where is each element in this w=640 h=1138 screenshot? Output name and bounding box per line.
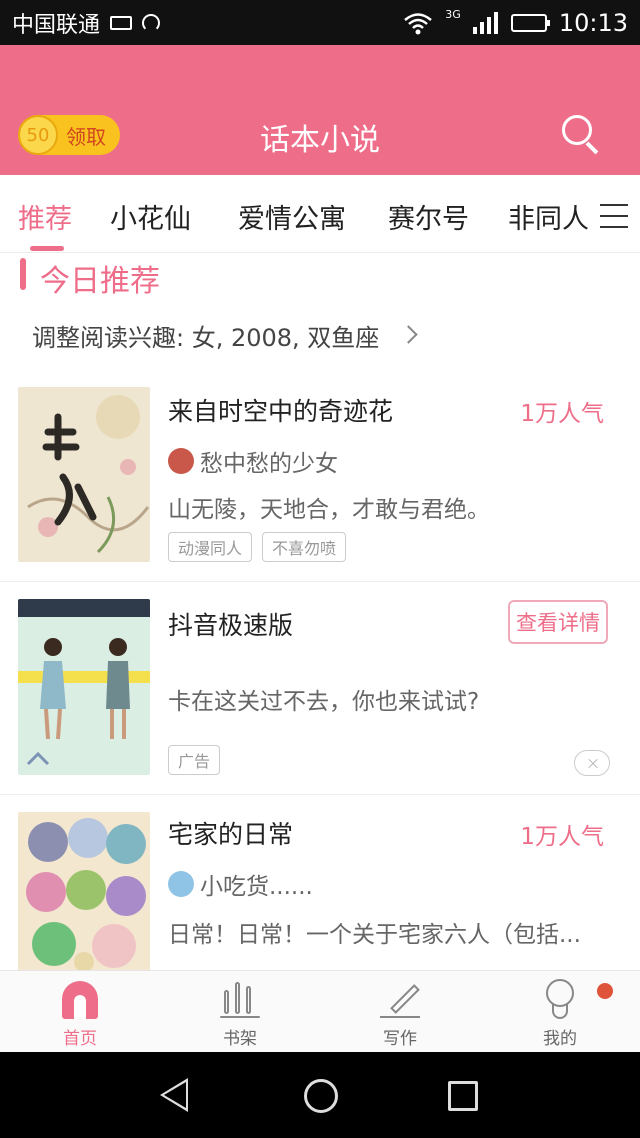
book-card[interactable]: 来自时空中的奇迹花 1万人气 愁中愁的少女 山无陵，天地合，才敢与君绝。 动漫同… [0, 372, 640, 580]
nav-label: 写作 [383, 1029, 417, 1049]
carrier-label: 中国联通 [12, 12, 101, 38]
avatar [168, 448, 194, 474]
menu-icon[interactable] [600, 204, 628, 228]
adjust-interest-link[interactable]: 调整阅读兴趣: 女, 2008, 双鱼座 [32, 318, 379, 353]
tag[interactable]: 不喜勿喷 [262, 532, 347, 562]
hotspot-icon [142, 13, 161, 32]
keyboard-icon [110, 15, 133, 30]
home-icon [60, 979, 100, 1019]
notification-badge [597, 983, 613, 999]
ad-title[interactable]: 抖音极速版 [168, 606, 293, 642]
ad-card[interactable]: 抖音极速版 查看详情 卡在这关过不去，你也来试试? 广告 [0, 582, 640, 792]
book-title[interactable]: 宅家的日常 [168, 815, 293, 851]
user-icon [540, 979, 580, 1019]
tag-list: 广告 [168, 745, 221, 775]
ad-image[interactable] [18, 599, 150, 775]
network-type: 3G [445, 8, 461, 21]
author-row[interactable]: 愁中愁的少女 [168, 444, 338, 478]
category-tabs: 推荐 小花仙 爱情公寓 赛尔号 非同人 [0, 175, 640, 253]
nav-profile[interactable]: 我的 [520, 979, 600, 1049]
book-cover[interactable] [18, 387, 150, 562]
active-tab-indicator [30, 246, 64, 251]
pencil-icon [380, 979, 420, 1018]
tag[interactable]: 动漫同人 [168, 532, 253, 562]
home-circle-icon[interactable] [304, 1079, 338, 1113]
book-title[interactable]: 来自时空中的奇迹花 [168, 392, 393, 428]
tab-xiaohuaxian[interactable]: 小花仙 [110, 197, 191, 236]
tag-list: 动漫同人 不喜勿喷 [168, 532, 347, 562]
battery-icon [510, 13, 550, 32]
ad-description: 卡在这关过不去，你也来试试? [168, 689, 480, 715]
view-details-button[interactable]: 查看详情 [508, 600, 608, 644]
section-title: 今日推荐 [40, 264, 160, 299]
tab-recommend[interactable]: 推荐 [18, 197, 72, 236]
close-icon[interactable] [574, 750, 610, 776]
tab-non-fanfic[interactable]: 非同人 [508, 197, 589, 236]
chevron-right-icon[interactable] [398, 320, 422, 348]
status-bar: 中国联通 3G 10:13 [0, 0, 640, 45]
nav-label: 书架 [223, 1029, 257, 1049]
nav-home[interactable]: 首页 [40, 979, 120, 1049]
popularity-count: 1万人气 [520, 401, 604, 427]
tab-love-apartment[interactable]: 爱情公寓 [238, 197, 346, 236]
nav-label: 首页 [63, 1029, 97, 1049]
book-cover[interactable] [18, 812, 150, 970]
nav-write[interactable]: 写作 [360, 979, 440, 1049]
system-nav-bar [0, 1052, 640, 1138]
app-title: 话本小说 [260, 123, 380, 158]
nav-bookshelf[interactable]: 书架 [200, 979, 280, 1049]
back-icon[interactable] [160, 1078, 188, 1112]
recent-apps-icon[interactable] [448, 1081, 478, 1111]
wifi-icon [404, 12, 433, 34]
clock: 10:13 [558, 8, 628, 37]
author-name: 愁中愁的少女 [200, 451, 338, 477]
book-card[interactable]: 宅家的日常 1万人气 小吃货...... 日常！日常！一个关于宅家六人（包括..… [0, 795, 640, 970]
popularity-count: 1万人气 [520, 824, 604, 850]
ad-badge: 广告 [168, 745, 221, 775]
search-icon[interactable] [560, 113, 600, 155]
bottom-nav: 首页 书架 写作 我的 [0, 970, 640, 1052]
author-row[interactable]: 小吃货...... [168, 867, 313, 901]
author-name: 小吃货...... [200, 874, 313, 900]
nav-label: 我的 [543, 1029, 577, 1049]
tab-seer[interactable]: 赛尔号 [388, 197, 469, 236]
signal-icon [472, 11, 498, 34]
book-description: 山无陵，天地合，才敢与君绝。 [168, 497, 490, 523]
app-header: 50 领取 话本小说 [0, 45, 640, 175]
bookshelf-icon [220, 979, 260, 1018]
avatar [168, 871, 194, 897]
book-description: 日常！日常！一个关于宅家六人（包括... [168, 922, 581, 948]
section-marker [20, 258, 26, 290]
